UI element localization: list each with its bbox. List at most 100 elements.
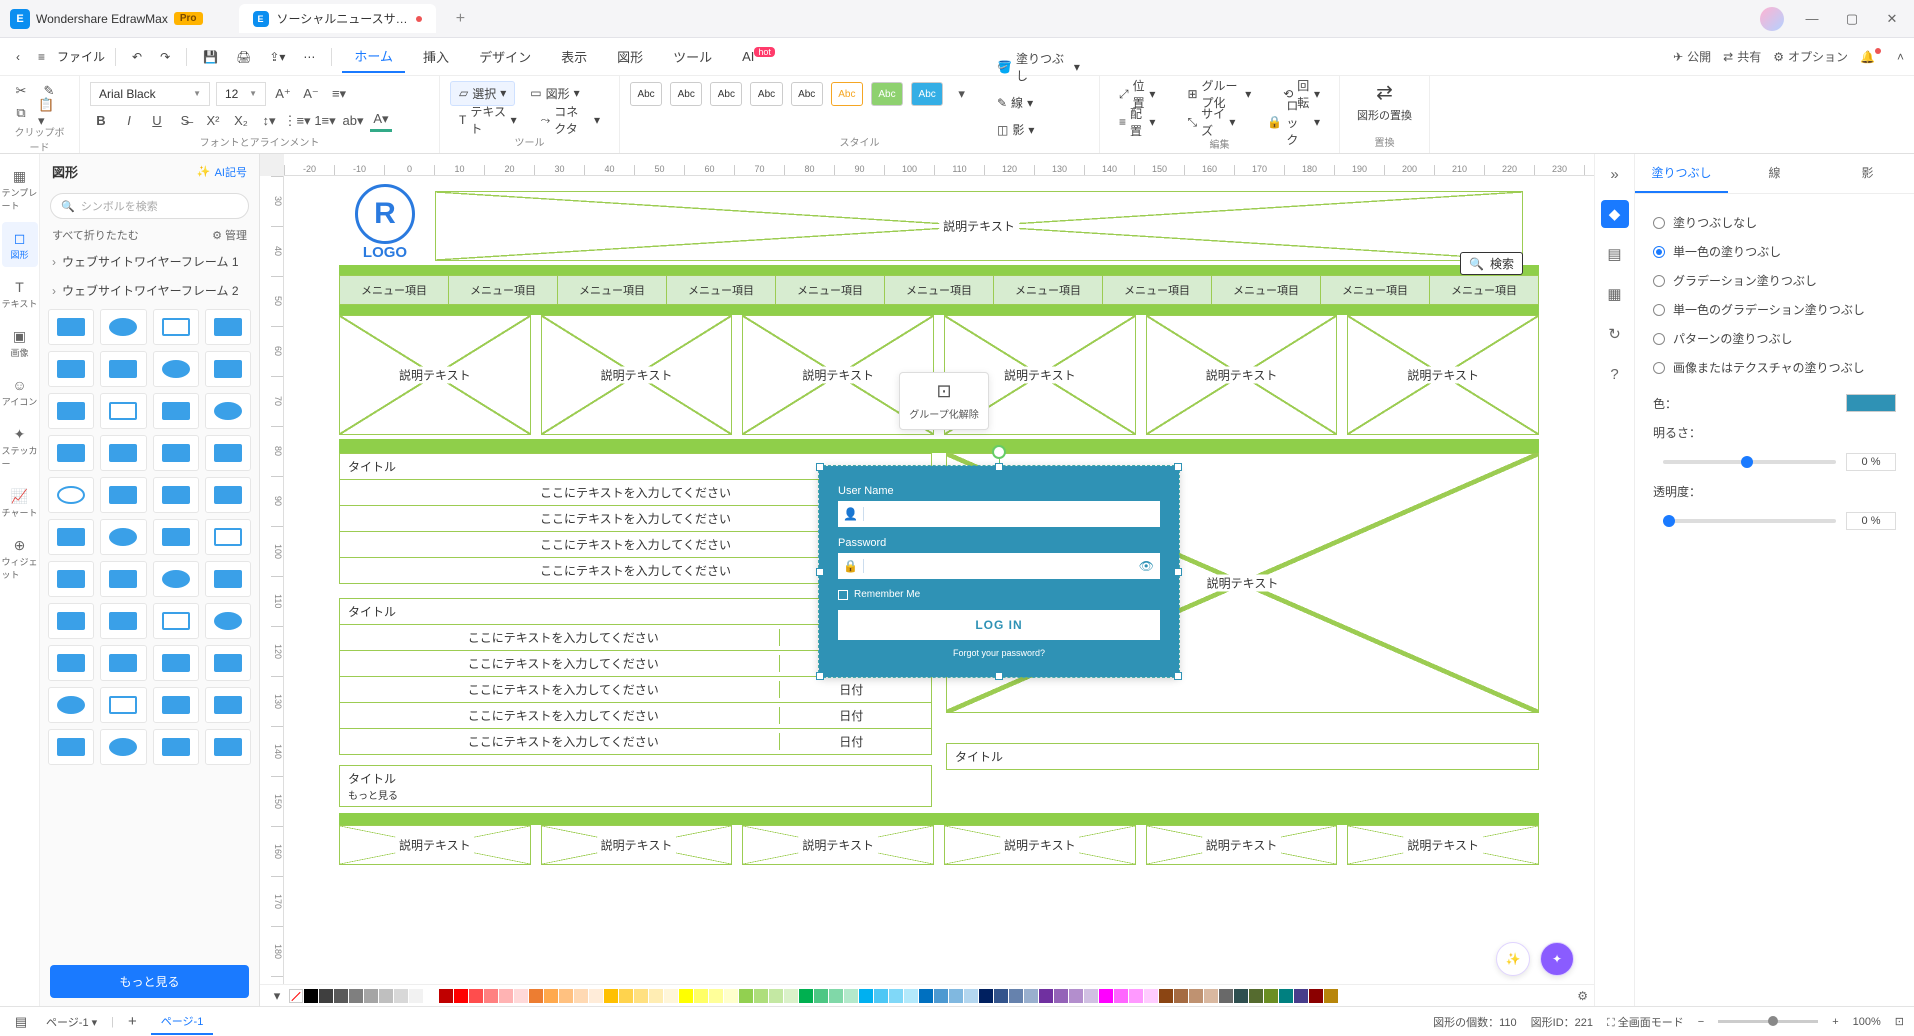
shape-thumb[interactable] <box>153 561 199 597</box>
collapse-all[interactable]: すべて折りたたむ <box>52 227 139 243</box>
shape-thumb[interactable] <box>100 561 146 597</box>
color-swatch-item[interactable] <box>484 989 498 1003</box>
color-swatch-item[interactable] <box>1249 989 1263 1003</box>
sel-handle-e[interactable] <box>1174 568 1182 576</box>
fill-texture[interactable]: 画像またはテクスチャの塗りつぶし <box>1653 353 1896 382</box>
color-swatch-item[interactable] <box>829 989 843 1003</box>
zoom-slider[interactable] <box>1718 1020 1818 1023</box>
menu-button[interactable]: ≡ <box>32 46 51 68</box>
align-icon[interactable]: ≡▾ <box>328 83 350 105</box>
strip-chart[interactable]: 📈チャート <box>2 480 38 525</box>
tab-ai[interactable]: AIhot <box>730 43 787 70</box>
shape-thumb[interactable] <box>48 519 94 555</box>
wire-image-box[interactable]: 説明テキスト <box>541 315 733 435</box>
color-swatch-item[interactable] <box>1234 989 1248 1003</box>
shape-thumb[interactable] <box>100 687 146 723</box>
strip-shapes[interactable]: ◻図形 <box>2 222 38 267</box>
wire-menu-item[interactable]: メニュー項目 <box>1429 276 1538 304</box>
expand-right-icon[interactable]: » <box>1601 160 1629 188</box>
increase-font-icon[interactable]: A⁺ <box>272 83 294 105</box>
color-swatch-item[interactable] <box>949 989 963 1003</box>
shape-thumb[interactable] <box>48 603 94 639</box>
maximize-button[interactable]: ▢ <box>1840 7 1864 31</box>
color-swatch-item[interactable] <box>979 989 993 1003</box>
wire-image-box[interactable]: 説明テキスト <box>742 825 934 865</box>
color-swatch-item[interactable] <box>1159 989 1173 1003</box>
wire-text-date-row[interactable]: ここにテキストを入力してください日付 <box>339 677 932 703</box>
shape-thumb[interactable] <box>48 477 94 513</box>
rp-tab-fill[interactable]: 塗りつぶし <box>1635 154 1728 193</box>
sel-handle-se[interactable] <box>1174 672 1182 680</box>
print-button[interactable]: 🖨 <box>230 46 257 68</box>
shape-thumb[interactable] <box>48 687 94 723</box>
color-swatch-item[interactable] <box>1294 989 1308 1003</box>
color-swatch-item[interactable] <box>694 989 708 1003</box>
replace-shape-button[interactable]: ⇄ 図形の置換 <box>1355 80 1415 123</box>
shape-thumb[interactable] <box>48 309 94 345</box>
shape-thumb[interactable] <box>153 477 199 513</box>
strip-widget[interactable]: ⊕ウィジェット <box>2 529 38 587</box>
page-dropdown[interactable]: ページ-1 ▾ <box>46 1014 97 1030</box>
shape-thumb[interactable] <box>48 729 94 765</box>
color-swatch-item[interactable] <box>1309 989 1323 1003</box>
color-swatch-item[interactable] <box>364 989 378 1003</box>
shape-thumb[interactable] <box>153 393 199 429</box>
color-swatch-item[interactable] <box>1099 989 1113 1003</box>
color-swatch-item[interactable] <box>349 989 363 1003</box>
line-height-icon[interactable]: ↕▾ <box>258 110 280 132</box>
color-swatch-item[interactable] <box>859 989 873 1003</box>
no-fill-swatch[interactable] <box>289 989 303 1003</box>
decrease-font-icon[interactable]: A⁻ <box>300 83 322 105</box>
rs-page[interactable]: ▤ <box>1601 240 1629 268</box>
color-swatch-item[interactable] <box>754 989 768 1003</box>
wire-menu-item[interactable]: メニュー項目 <box>666 276 775 304</box>
wire-menu[interactable]: メニュー項目メニュー項目メニュー項目メニュー項目メニュー項目メニュー項目メニュー… <box>339 275 1539 305</box>
back-button[interactable]: ‹ <box>10 46 26 68</box>
strip-text[interactable]: Tテキスト <box>2 271 38 316</box>
shape-thumb[interactable] <box>153 351 199 387</box>
opacity-value[interactable]: 0 % <box>1846 512 1896 530</box>
shape-thumb[interactable] <box>100 309 146 345</box>
rotate-handle[interactable] <box>992 445 1006 459</box>
style-swatch-2[interactable]: Abc <box>670 82 702 106</box>
color-swatch-item[interactable] <box>379 989 393 1003</box>
color-swatch-item[interactable] <box>394 989 408 1003</box>
shape-thumb[interactable] <box>205 561 251 597</box>
publish-button[interactable]: ✈ 公開 <box>1673 48 1711 65</box>
login-shape[interactable]: User Name 👤 Password 🔒👁 Remember Me LOG … <box>819 466 1179 677</box>
color-swatch-item[interactable] <box>604 989 618 1003</box>
notifications-button[interactable]: 🔔 <box>1860 50 1885 64</box>
forgot-link[interactable]: Forgot your password? <box>838 648 1160 658</box>
color-bar-menu[interactable]: ▾ <box>266 985 288 1007</box>
style-swatch-8[interactable]: Abc <box>911 82 943 106</box>
rp-tab-shadow[interactable]: 影 <box>1821 154 1914 193</box>
color-swatch-item[interactable] <box>634 989 648 1003</box>
page-tab-1[interactable]: ページ-1 <box>151 1009 214 1035</box>
color-swatch-item[interactable] <box>844 989 858 1003</box>
color-swatch-item[interactable] <box>1129 989 1143 1003</box>
symbol-search[interactable]: 🔍 シンボルを検索 <box>50 193 249 219</box>
color-swatch-item[interactable] <box>454 989 468 1003</box>
color-swatch-item[interactable] <box>529 989 543 1003</box>
save-button[interactable]: 💾 <box>197 46 224 68</box>
color-swatch-item[interactable] <box>499 989 513 1003</box>
color-swatch-item[interactable] <box>619 989 633 1003</box>
color-swatch-item[interactable] <box>919 989 933 1003</box>
file-menu[interactable]: ファイル <box>57 48 105 65</box>
color-swatch-item[interactable] <box>1189 989 1203 1003</box>
shape-thumb[interactable] <box>205 519 251 555</box>
tab-design[interactable]: デザイン <box>467 41 543 72</box>
wire-text-date-row[interactable]: ここにテキストを入力してください日付 <box>339 729 932 755</box>
wire-menu-item[interactable]: メニュー項目 <box>448 276 557 304</box>
shape-thumb[interactable] <box>205 729 251 765</box>
color-swatch-item[interactable] <box>439 989 453 1003</box>
wire-menu-item[interactable]: メニュー項目 <box>1102 276 1211 304</box>
fit-button[interactable]: ⊡ <box>1895 1015 1904 1028</box>
ai-symbol-button[interactable]: ✨AI記号 <box>197 164 247 180</box>
wire-header[interactable]: 説明テキスト <box>435 191 1523 261</box>
fill-gradient[interactable]: グラデーション塗りつぶし <box>1653 266 1896 295</box>
minimize-button[interactable]: — <box>1800 7 1824 31</box>
color-swatch-item[interactable] <box>739 989 753 1003</box>
shape-thumb[interactable] <box>100 519 146 555</box>
style-swatch-6[interactable]: Abc <box>831 82 863 106</box>
